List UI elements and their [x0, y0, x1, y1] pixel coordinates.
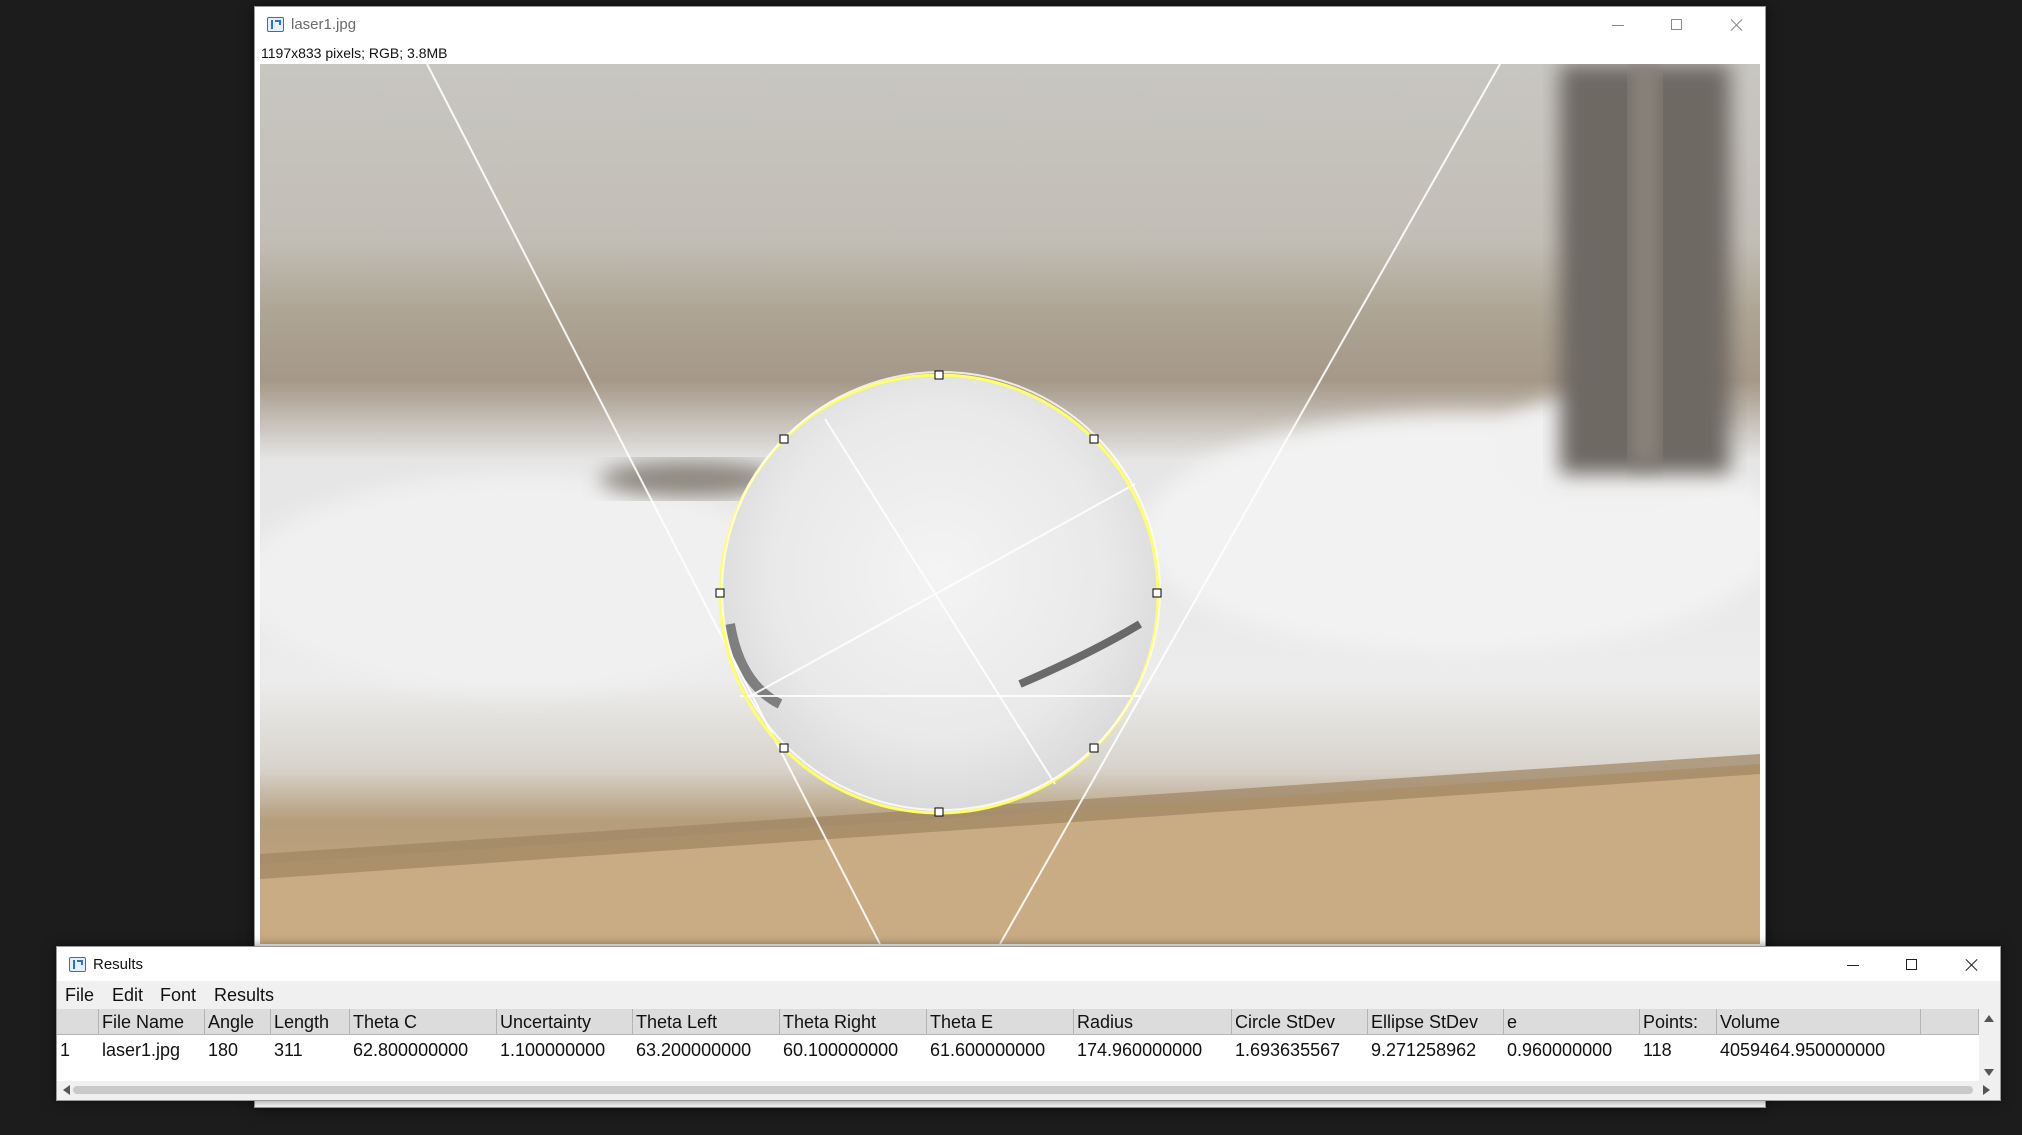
- column-header-index[interactable]: [57, 1009, 99, 1035]
- scroll-down-icon[interactable]: [1984, 1069, 1994, 1076]
- image-canvas-svg[interactable]: [260, 64, 1760, 944]
- table-cell-theta-c[interactable]: 62.800000000: [350, 1037, 468, 1063]
- table-cell-theta-right[interactable]: 60.100000000: [780, 1037, 898, 1063]
- table-cell-uncertainty[interactable]: 1.100000000: [497, 1037, 605, 1063]
- image-window: laser1.jpg 1197x833 pixels; RGB; 3.8MB: [254, 6, 1766, 1108]
- column-header-theta-left[interactable]: Theta Left: [633, 1009, 780, 1035]
- close-icon[interactable]: [1707, 7, 1765, 43]
- roi-handle[interactable]: [1089, 434, 1099, 444]
- column-header-angle[interactable]: Angle: [205, 1009, 271, 1035]
- column-header-theta-right[interactable]: Theta Right: [780, 1009, 927, 1035]
- roi-handle[interactable]: [934, 807, 944, 817]
- minimize-icon[interactable]: [1589, 7, 1647, 43]
- minimize-icon[interactable]: [1824, 947, 1882, 983]
- roi-handle[interactable]: [779, 434, 789, 444]
- table-cell-theta-left[interactable]: 63.200000000: [633, 1037, 751, 1063]
- maximize-icon[interactable]: [1883, 947, 1941, 983]
- imagej-app-icon: [69, 957, 86, 972]
- menu-font[interactable]: Font: [160, 985, 196, 1006]
- table-cell-radius[interactable]: 174.960000000: [1074, 1037, 1202, 1063]
- roi-handle[interactable]: [1089, 743, 1099, 753]
- column-header-filler: [1921, 1009, 1979, 1035]
- results-window: Results File Edit Font Results File Name…: [56, 946, 2001, 1101]
- results-window-titlebar[interactable]: Results: [57, 947, 2000, 981]
- column-header-circle-stdev[interactable]: Circle StDev: [1232, 1009, 1368, 1035]
- column-header-points[interactable]: Points:: [1640, 1009, 1717, 1035]
- vertical-scrollbar[interactable]: [1979, 1009, 1999, 1081]
- horizontal-scrollbar[interactable]: [57, 1081, 1999, 1099]
- dark-post-highlight: [1630, 64, 1660, 464]
- column-header-radius[interactable]: Radius: [1074, 1009, 1232, 1035]
- column-header-uncertainty[interactable]: Uncertainty: [497, 1009, 633, 1035]
- results-window-title: Results: [93, 956, 144, 973]
- scroll-up-icon[interactable]: [1984, 1015, 1994, 1022]
- column-header-theta-c[interactable]: Theta C: [350, 1009, 497, 1035]
- results-table[interactable]: File Name Angle Length Theta C Uncertain…: [57, 1009, 1979, 1081]
- menu-edit[interactable]: Edit: [112, 985, 143, 1006]
- roi-handle[interactable]: [715, 588, 725, 598]
- image-info-line: 1197x833 pixels; RGB; 3.8MB: [261, 45, 448, 61]
- horizontal-scroll-thumb[interactable]: [73, 1086, 1973, 1094]
- table-cell-e[interactable]: 0.960000000: [1504, 1037, 1612, 1063]
- table-cell-circle-stdev[interactable]: 1.693635567: [1232, 1037, 1340, 1063]
- table-cell-ellipse-stdev[interactable]: 9.271258962: [1368, 1037, 1476, 1063]
- table-cell-file-name[interactable]: laser1.jpg: [99, 1037, 180, 1063]
- table-cell-index[interactable]: 1: [57, 1037, 70, 1063]
- roi-handle[interactable]: [1152, 588, 1162, 598]
- table-cell-theta-e[interactable]: 61.600000000: [927, 1037, 1045, 1063]
- menu-results[interactable]: Results: [214, 985, 274, 1006]
- image-canvas[interactable]: [260, 64, 1760, 944]
- results-menubar: File Edit Font Results: [57, 981, 2000, 1007]
- table-cell-volume[interactable]: 4059464.950000000: [1717, 1037, 1885, 1063]
- column-header-volume[interactable]: Volume: [1717, 1009, 1921, 1035]
- scroll-right-icon[interactable]: [1983, 1085, 1990, 1095]
- imagej-app-icon: [267, 17, 284, 32]
- table-cell-points[interactable]: 118: [1640, 1037, 1672, 1063]
- column-header-length[interactable]: Length: [271, 1009, 350, 1035]
- image-window-title: laser1.jpg: [291, 16, 357, 33]
- table-cell-angle[interactable]: 180: [205, 1037, 238, 1063]
- roi-handle[interactable]: [779, 743, 789, 753]
- roi-handle[interactable]: [934, 370, 944, 380]
- image-window-titlebar[interactable]: laser1.jpg: [255, 7, 1765, 43]
- scroll-left-icon[interactable]: [63, 1085, 70, 1095]
- menu-file[interactable]: File: [65, 985, 94, 1006]
- column-header-ellipse-stdev[interactable]: Ellipse StDev: [1368, 1009, 1504, 1035]
- close-icon[interactable]: [1942, 947, 2000, 983]
- column-header-file-name[interactable]: File Name: [99, 1009, 205, 1035]
- column-header-e[interactable]: e: [1504, 1009, 1640, 1035]
- table-cell-length[interactable]: 311: [271, 1037, 303, 1063]
- column-header-theta-e[interactable]: Theta E: [927, 1009, 1074, 1035]
- maximize-icon[interactable]: [1648, 7, 1706, 43]
